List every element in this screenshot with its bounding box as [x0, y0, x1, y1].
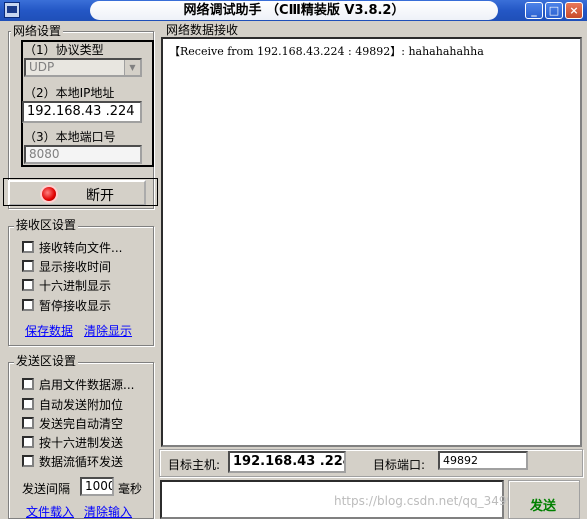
clear-input-link[interactable]: 清除输入 — [84, 503, 132, 519]
send-interval-input[interactable]: 1000 — [80, 477, 114, 496]
local-port-input[interactable]: 8080 — [24, 145, 142, 164]
app-icon[interactable] — [4, 2, 20, 18]
close-button[interactable]: × — [565, 2, 583, 19]
disconnect-highlight-frame — [3, 178, 158, 206]
protocol-value: UDP — [29, 60, 55, 74]
checkbox[interactable] — [22, 436, 34, 448]
checkbox[interactable] — [22, 279, 34, 291]
local-port-label: （3）本地端口号 — [24, 130, 116, 144]
target-host-input[interactable]: 192.168.43 .224 — [228, 451, 346, 473]
clear-display-link[interactable]: 清除显示 — [84, 322, 132, 339]
window-title: 网络调试助手 （CⅢ精装版 V3.8.2） — [90, 1, 498, 20]
receive-area-title: 网络数据接收 — [164, 23, 241, 37]
option-label: 数据流循环发送 — [39, 455, 124, 469]
target-port-input[interactable]: 49892 — [438, 451, 528, 470]
target-port-label: 目标端口: — [373, 458, 426, 472]
send-settings-title: 发送区设置 — [14, 354, 79, 368]
option-label: 启用文件数据源... — [39, 378, 135, 392]
option-label: 接收转向文件... — [39, 241, 123, 255]
checkbox[interactable] — [22, 378, 34, 390]
send-button[interactable]: 发送 — [508, 480, 580, 519]
title-bar: 网络调试助手 （CⅢ精装版 V3.8.2） _ □ × — [0, 0, 587, 21]
protocol-select[interactable]: UDP ▼ — [24, 58, 142, 77]
send-interval-unit: 毫秒 — [118, 482, 143, 496]
checkbox[interactable] — [22, 299, 34, 311]
option-label: 暂停接收显示 — [39, 299, 112, 313]
network-settings-title: 网络设置 — [11, 24, 64, 38]
checkbox[interactable] — [22, 398, 34, 410]
option-label: 发送完自动清空 — [39, 417, 124, 431]
minimize-button[interactable]: _ — [525, 2, 543, 19]
save-data-link[interactable]: 保存数据 — [25, 322, 73, 339]
checkbox[interactable] — [22, 417, 34, 429]
receive-settings-title: 接收区设置 — [14, 218, 79, 232]
option-label: 按十六进制发送 — [39, 436, 124, 450]
local-ip-input[interactable]: 192.168.43 .224 — [22, 101, 142, 123]
load-file-link[interactable]: 文件载入 — [26, 503, 74, 519]
received-message: 【Receive from 192.168.43.224 : 49892】: h… — [169, 45, 484, 58]
watermark-text: https://blog.csdn.net/qq_3499146 — [334, 494, 538, 508]
checkbox[interactable] — [22, 455, 34, 467]
protocol-label: （1）协议类型 — [24, 43, 104, 57]
checkbox[interactable] — [22, 241, 34, 253]
option-label: 自动发送附加位 — [39, 398, 124, 412]
target-host-label: 目标主机: — [168, 458, 221, 472]
option-label: 显示接收时间 — [39, 260, 112, 274]
checkbox[interactable] — [22, 260, 34, 272]
maximize-button[interactable]: □ — [545, 2, 563, 19]
option-label: 十六进制显示 — [39, 279, 112, 293]
chevron-down-icon[interactable]: ▼ — [124, 60, 140, 75]
send-interval-label: 发送间隔 — [22, 482, 71, 496]
send-button-label: 发送 — [530, 499, 557, 514]
local-ip-label: （2）本地IP地址 — [24, 86, 115, 100]
receive-data-area[interactable]: 【Receive from 192.168.43.224 : 49892】: h… — [161, 37, 582, 447]
